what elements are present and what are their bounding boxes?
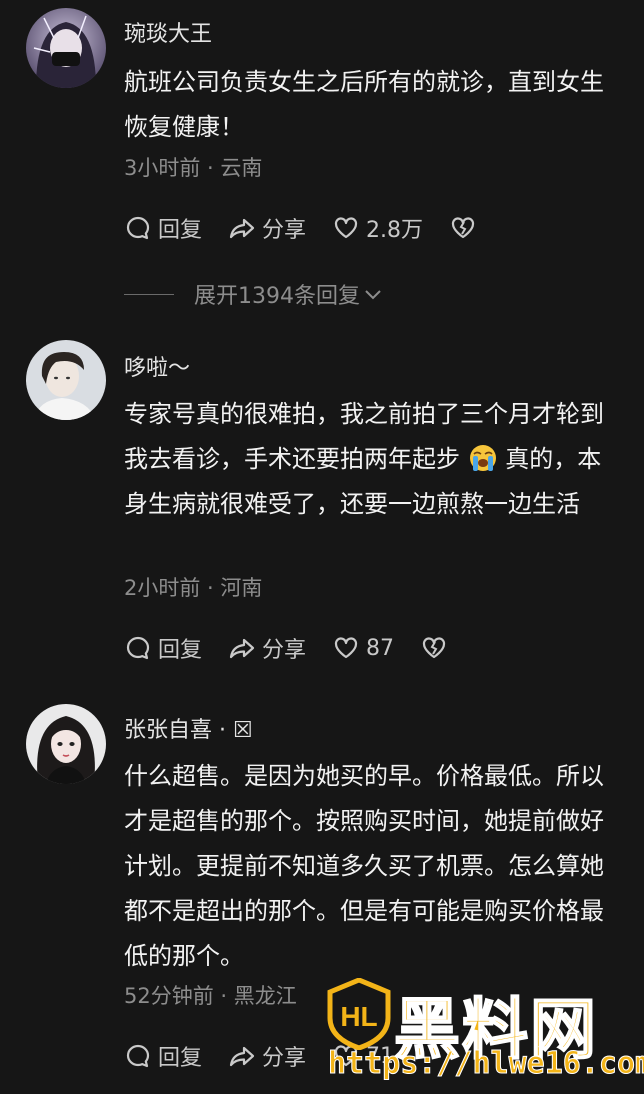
comment-bubble-icon [126,1044,150,1068]
loudly-crying-face-icon [469,445,496,471]
username[interactable]: 张张自喜 · ☒ [124,712,253,744]
location: 黑龙江 [233,984,297,1008]
time: 3小时前 [124,156,201,180]
comment-actions: 回复 分享 2.8万 [124,212,503,244]
comment-bubble-icon [126,216,150,240]
share-label: 分享 [262,1046,307,1071]
watermark-logo-icon: HL [327,978,391,1050]
share-arrow-icon [229,1046,255,1067]
location: 云南 [220,156,263,180]
separator: · [200,156,221,180]
reply-label: 回复 [158,1046,203,1071]
dislike-button[interactable] [420,634,448,662]
reply-button[interactable]: 回复 [124,632,202,664]
avatar[interactable] [26,340,106,420]
heart-icon [334,637,358,659]
reply-label: 回复 [158,218,203,243]
share-arrow-icon [229,638,255,659]
share-arrow-icon [229,218,255,239]
broken-heart-icon [422,637,446,659]
avatar[interactable] [26,704,106,784]
like-count: 87 [366,635,395,661]
comment-meta: 52分钟前 · 黑龙江 [124,980,297,1010]
chevron-down-icon [365,290,381,300]
reply-button[interactable]: 回复 [124,212,202,244]
like-button[interactable]: 87 [332,634,394,662]
share-button[interactable]: 分享 [228,212,306,244]
comment-bubble-icon [126,636,150,660]
time: 2小时前 [124,576,201,600]
comment-meta: 2小时前 · 河南 [124,572,262,602]
watermark-logo-text: HL [340,1001,377,1032]
dislike-button[interactable] [449,214,477,242]
location: 河南 [220,576,263,600]
comment-text: 什么超售。是因为她买的早。价格最低。所以才是超售的那个。按照购买时间，她提前做好… [124,762,604,970]
broken-heart-icon [451,217,475,239]
like-button[interactable]: 2.8万 [332,212,423,244]
time: 52分钟前 [124,984,214,1008]
comment-text: 专家号真的很难拍，我之前拍了三个月才轮到我去看诊，手术还要拍两年起步 真的，本身… [124,392,624,527]
like-count: 2.8万 [366,218,424,243]
share-button[interactable]: 分享 [228,1040,306,1072]
reply-button[interactable]: 回复 [124,1040,202,1072]
username[interactable]: 琬琰大王 [124,16,212,48]
username[interactable]: 哆啦～ [124,350,190,382]
comment-meta: 3小时前 · 云南 [124,152,262,182]
expand-replies-button[interactable]: 展开1394条回复 [124,278,384,310]
comment-text: 航班公司负责女生之后所有的就诊，直到女生恢复健康！ [124,68,604,141]
separator: · [213,984,234,1008]
avatar[interactable] [26,8,106,88]
comment-actions: 回复 分享 87 [124,632,474,664]
expand-replies-label: 展开1394条回复 [194,284,360,309]
share-label: 分享 [262,218,307,243]
separator: · [200,576,221,600]
heart-icon [334,217,358,239]
divider-line [124,293,174,295]
watermark: HL 黑料网 https://hlwe16.com [322,970,644,1090]
share-button[interactable]: 分享 [228,632,306,664]
share-label: 分享 [262,638,307,663]
watermark-url: https://hlwe16.com [327,1046,644,1082]
reply-label: 回复 [158,638,203,663]
